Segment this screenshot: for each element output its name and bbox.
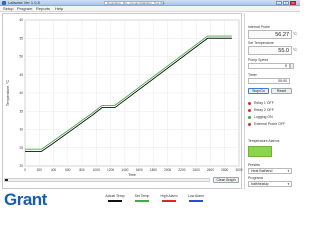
right-panel: Internal Probe 56.27 °C Set Temperature … <box>244 13 299 189</box>
chevron-down-icon: ▼ <box>287 169 290 173</box>
title-search-field[interactable]: Regulation_Bio_ImmunoStabilizer_Test.lbw <box>104 1 165 5</box>
close-button[interactable]: × <box>290 1 296 5</box>
legend-swatch <box>108 200 122 202</box>
chart-panel: 0 200 400 600 800 1000 1200 1400 1600 1800 2000 220… <box>2 13 243 189</box>
y-axis-label: Temperature, °C <box>6 80 10 107</box>
set-temp-label: Set Temperature <box>248 41 274 45</box>
pump-speed-field[interactable]: 5 <box>248 63 290 69</box>
scroll-thumb[interactable] <box>5 179 8 181</box>
external-probe-status: External Probe OFF <box>248 122 285 127</box>
x-tick-label: 2000 <box>164 168 171 172</box>
maximize-button[interactable]: □ <box>283 1 289 5</box>
menu-program[interactable]: Program <box>17 6 32 12</box>
x-tick-label: 1400 <box>121 168 128 172</box>
internal-probe-unit: °C <box>293 32 297 36</box>
pump-speed-spinner[interactable] <box>290 63 294 69</box>
x-tick-label: 0 <box>24 168 26 172</box>
y-tick-label: 25 <box>19 146 23 150</box>
programs-label: Programs <box>248 176 264 180</box>
y-tick-label: 35 <box>19 109 23 113</box>
presets-select[interactable]: Heat Bathend ▼ <box>248 168 292 174</box>
x-tick-label: 600 <box>65 168 71 172</box>
y-tick-label: 20 <box>19 164 23 168</box>
x-tick-label: 1600 <box>136 168 143 172</box>
grant-logo: Grant <box>4 190 47 209</box>
chevron-down-icon: ▼ <box>287 182 290 186</box>
temp-alarms-label: Temperature Alarms <box>248 139 280 143</box>
x-tick-label: 2200 <box>178 168 185 172</box>
y-tick-label: 45 <box>19 73 23 77</box>
timer-label: Timer <box>248 73 257 77</box>
set-temp-unit: °C <box>293 48 297 52</box>
logging-status: Logging ON <box>248 115 273 120</box>
relay1-led <box>248 101 251 105</box>
x-tick-label: 2800 <box>221 168 228 172</box>
x-tick-label: 2400 <box>193 168 200 172</box>
presets-label: Presets <box>248 163 260 167</box>
relay2-status: Relay 2 OFF <box>248 108 274 113</box>
temperature-alarm-indicator <box>248 146 272 157</box>
legend-high-alarm: High Alarm <box>157 194 181 210</box>
timer-field[interactable]: 00:00 <box>248 78 290 84</box>
menu-reports[interactable]: Reports <box>36 6 50 12</box>
internal-probe-value: 56.27 <box>248 30 292 39</box>
reset-button[interactable]: Reset <box>271 88 292 94</box>
temperature-chart: 0 200 400 600 800 1000 1200 1400 1600 1800 2000 220… <box>6 18 243 177</box>
external-probe-led <box>248 122 251 126</box>
chart-scrollbar[interactable] <box>4 178 210 182</box>
x-tick-label: 2600 <box>207 168 214 172</box>
x-tick-label: 3000 <box>235 168 242 172</box>
set-temp-field[interactable]: 55.0 <box>248 46 292 55</box>
minimize-button[interactable]: – <box>276 1 282 5</box>
legend-swatch <box>189 200 203 202</box>
programs-select[interactable]: bathheatup ▼ <box>248 181 292 187</box>
pump-speed-label: Pump Speed <box>248 58 269 62</box>
y-tick-label: 60 <box>19 18 23 22</box>
x-tick-label: 1800 <box>150 168 157 172</box>
legend-swatch <box>135 200 149 202</box>
start-stop-button[interactable]: Stop/Go <box>248 88 269 94</box>
x-axis-label: Time <box>128 173 136 177</box>
y-tick-label: 50 <box>19 55 23 59</box>
y-tick-label: 40 <box>19 91 23 95</box>
x-tick-label: 800 <box>79 168 85 172</box>
legend-low-alarm: Low Alarm <box>184 194 208 210</box>
menu-bar: Setup Program Reports Help <box>0 6 300 12</box>
app-icon <box>2 1 6 5</box>
legend-set-temp: Set Temp <box>130 194 154 210</box>
x-tick-label: 400 <box>51 168 57 172</box>
x-tick-label: 200 <box>37 168 43 172</box>
internal-probe-label: Internal Probe <box>248 25 270 29</box>
legend-swatch <box>162 200 176 202</box>
x-tick-label: 1000 <box>93 168 100 172</box>
clear-graph-button[interactable]: Clear Graph <box>213 177 239 183</box>
menu-help[interactable]: Help <box>55 6 63 12</box>
y-tick-label: 30 <box>19 128 23 132</box>
relay1-status: Relay 1 OFF <box>248 101 274 106</box>
x-tick-label: 1200 <box>107 168 114 172</box>
relay2-led <box>248 108 251 112</box>
logging-led <box>248 115 251 119</box>
legend-actual-temp: Actual Temp <box>103 194 127 210</box>
y-tick-label: 55 <box>19 36 23 40</box>
menu-setup[interactable]: Setup <box>3 6 13 12</box>
